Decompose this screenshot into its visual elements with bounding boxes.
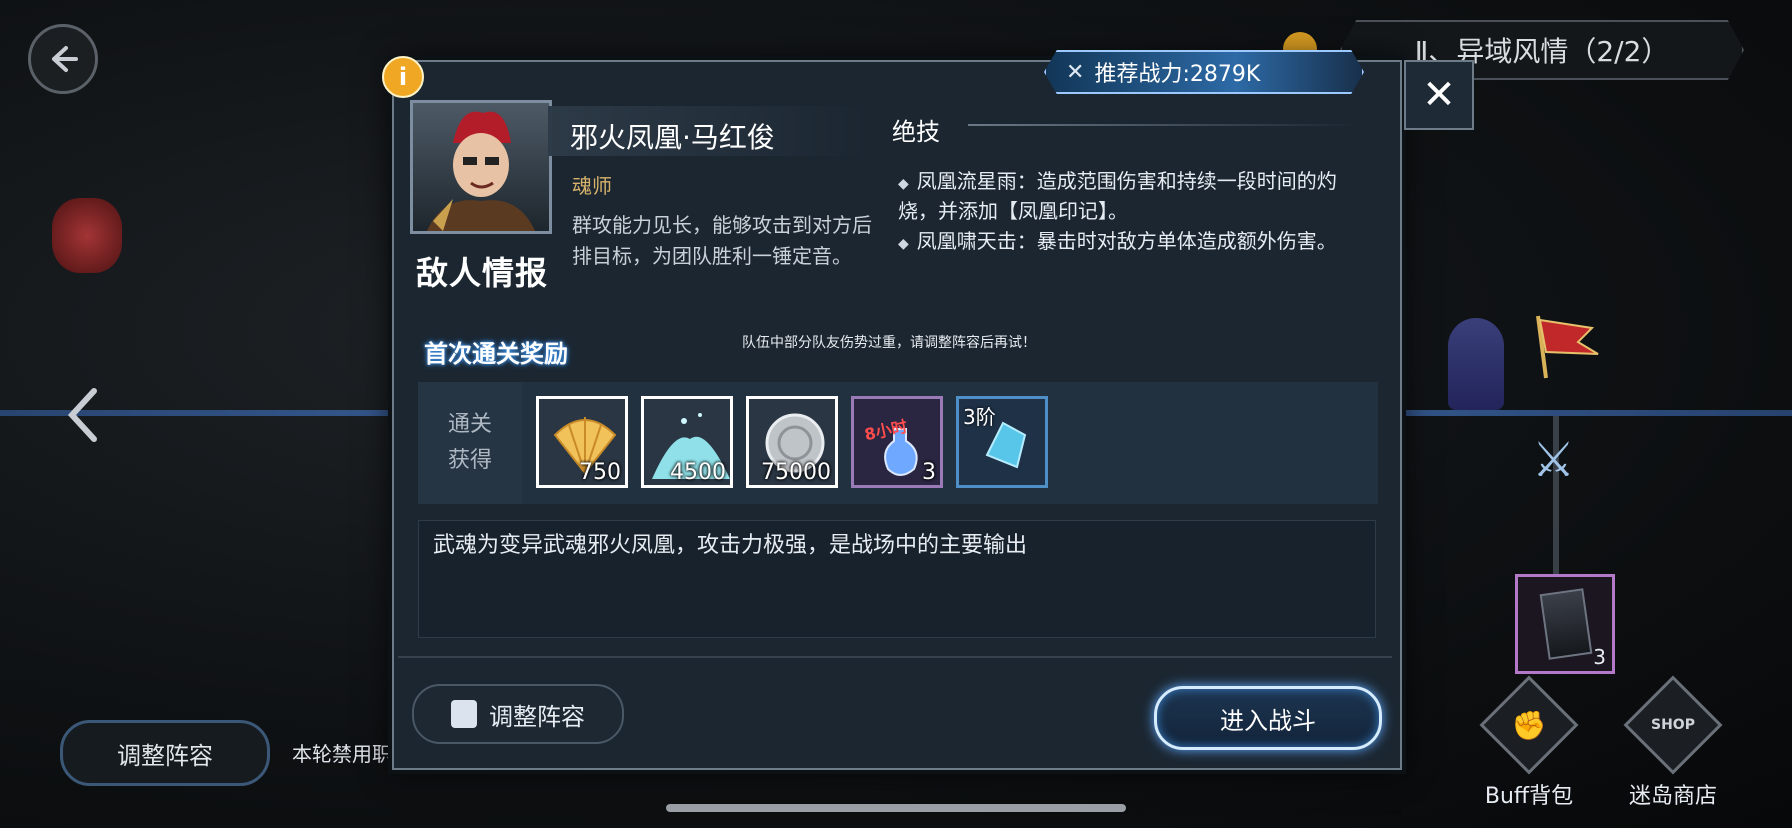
battle-node-icon[interactable]: ⚔ — [1532, 432, 1575, 488]
enemy-portrait — [410, 100, 552, 234]
enemy-role: 魂师 — [572, 174, 612, 198]
enter-battle-button[interactable]: 进入战斗 — [1154, 686, 1382, 750]
lineup-icon — [451, 700, 477, 728]
crossed-swords-icon: ✕ — [1066, 59, 1085, 85]
previous-node-arrow[interactable] — [62, 385, 102, 449]
chevron-left-icon — [67, 388, 97, 442]
diamond-bullet-icon: ◆ — [898, 176, 909, 192]
shop-button[interactable]: SHOP 迷岛商店 — [1618, 675, 1728, 810]
fist-icon: ✊ — [1479, 675, 1579, 775]
enemy-note-box: 武魂为变异武魂邪火凤凰，攻击力极强，是战场中的主要输出 — [418, 520, 1376, 638]
enemy-description: 群攻能力见长，能够攻击到对方后排目标，为团队胜利一锤定音。 — [572, 213, 872, 268]
reward-item[interactable]: 8小时 3 — [851, 396, 943, 488]
arrow-left-icon — [52, 46, 78, 72]
boss-node-sprite[interactable] — [52, 198, 122, 273]
buff-bag-label: Buff背包 — [1484, 784, 1574, 809]
info-icon[interactable]: i — [382, 56, 424, 98]
adjust-lineup-label: 调整阵容 — [489, 702, 585, 731]
ban-text: 本轮禁用职 — [292, 742, 392, 766]
back-button[interactable] — [28, 24, 98, 94]
adjust-lineup-button-bg[interactable]: 调整阵容 — [60, 720, 270, 786]
team-injury-warning: 队伍中部分队友伤势过重，请调整阵容后再试！ — [742, 335, 1036, 351]
skill-item: ◆ 凤凰啸天击：暴击时对敌方单体造成额外伤害。 — [898, 229, 1337, 253]
skills-divider — [968, 124, 1358, 126]
reward-item[interactable]: 3阶 — [956, 396, 1048, 488]
shop-sign-icon: SHOP — [1623, 675, 1723, 775]
enemy-note: 武魂为变异武魂邪火凤凰，攻击力极强，是战场中的主要输出 — [433, 533, 1028, 558]
card-icon — [1539, 588, 1593, 660]
skills-title: 绝技 — [892, 118, 940, 146]
reward-tier: 3阶 — [963, 405, 996, 429]
reward-item[interactable]: 4500 — [641, 396, 733, 488]
side-item-count: 3 — [1593, 645, 1606, 669]
side-item-slot[interactable]: 3 — [1515, 574, 1615, 674]
enter-battle-label: 进入战斗 — [1220, 706, 1316, 735]
first-clear-reward-title: 首次通关奖励 — [424, 340, 568, 368]
adjust-lineup-button[interactable]: 调整阵容 — [412, 684, 624, 744]
reward-quantity: 750 — [579, 460, 621, 485]
enemy-intel-label: 敌人情报 — [416, 254, 549, 292]
shop-label: 迷岛商店 — [1628, 784, 1717, 809]
reward-item[interactable]: 750 — [536, 396, 628, 488]
home-indicator — [666, 804, 1126, 812]
buff-bag-button[interactable]: ✊ Buff背包 — [1474, 675, 1584, 810]
footer-divider — [398, 656, 1392, 658]
diamond-bullet-icon: ◆ — [898, 236, 909, 252]
enemy-name: 邪火凤凰·马红俊 — [570, 121, 775, 154]
reward-quantity: 75000 — [761, 460, 831, 485]
flag-icon — [1528, 312, 1608, 386]
rewards-label: 通关 获得 — [418, 382, 522, 504]
reward-item[interactable]: 75000 — [746, 396, 838, 488]
reward-quantity: 4500 — [670, 460, 726, 485]
player-character-sprite — [1448, 318, 1504, 410]
recommended-power-text: 推荐战力:2879K — [1094, 62, 1261, 87]
reward-quantity: 3 — [922, 460, 936, 485]
skill-item: ◆ 凤凰流星雨：造成范围伤害和持续一段时间的灼烧，并添加【凤凰印记】。 — [898, 169, 1337, 223]
close-button[interactable]: ✕ — [1404, 60, 1474, 130]
recommended-power-banner: ✕ 推荐战力:2879K — [1044, 50, 1364, 94]
close-icon: ✕ — [1422, 72, 1456, 118]
